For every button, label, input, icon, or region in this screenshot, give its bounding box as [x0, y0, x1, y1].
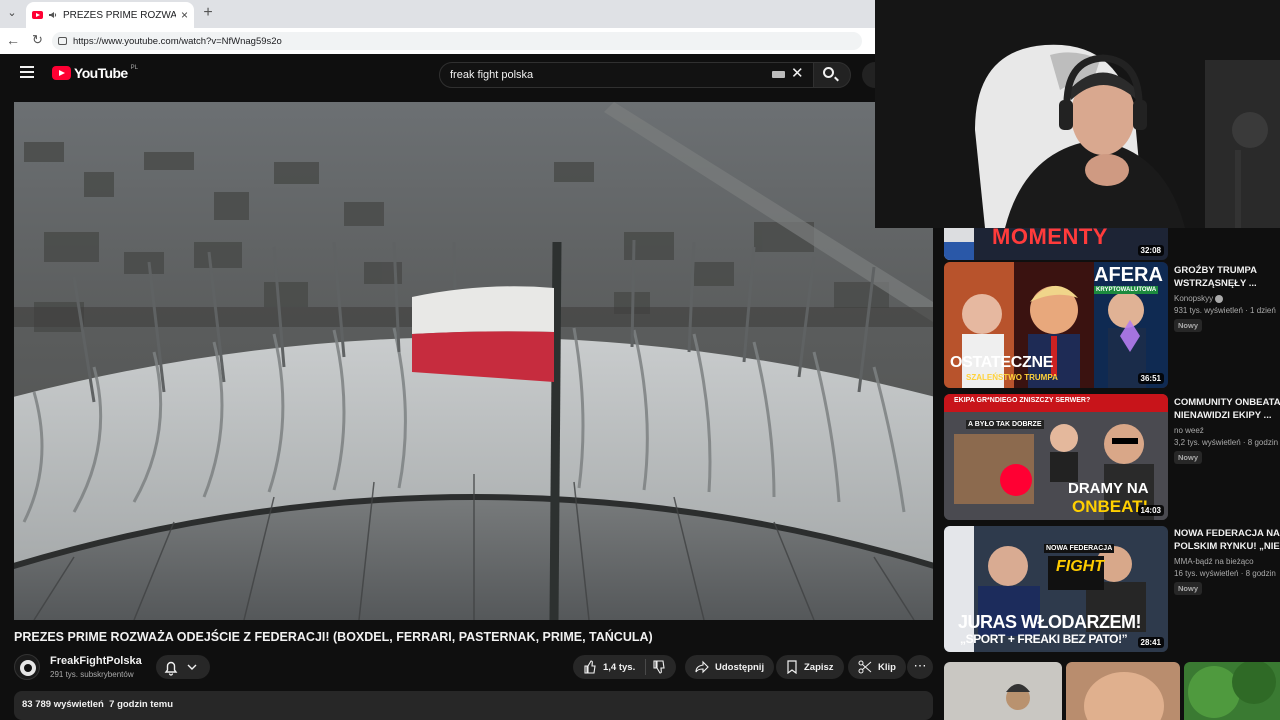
webcam-overlay	[875, 0, 1280, 228]
browser-tab[interactable]: PREZES PRIME ROZWAŻA ODE ×	[26, 2, 194, 28]
play-icon	[1000, 464, 1032, 496]
search-input[interactable]	[450, 67, 750, 83]
more-actions-button[interactable]: ⋯	[907, 655, 933, 679]
like-count: 1,4 tys.	[603, 661, 636, 673]
youtube-logo[interactable]: YouTube PL	[52, 65, 138, 81]
bell-icon	[164, 661, 197, 676]
save-label: Zapisz	[804, 661, 834, 673]
new-tab-button[interactable]: +	[200, 4, 216, 24]
tab-title: PREZES PRIME ROZWAŻA ODE	[63, 9, 176, 21]
related-video-thumbnail[interactable]	[1184, 662, 1280, 720]
related-video-title[interactable]: GROŹBY TRUMPA	[1174, 264, 1280, 277]
share-button[interactable]: Udostępnij	[685, 655, 775, 679]
thumbnail-subtext: A BYŁO TAK DOBRZE	[966, 420, 1044, 429]
tab-list-button[interactable]: ⌄	[4, 6, 20, 22]
related-channel-name[interactable]: no weeź	[1174, 426, 1280, 435]
clip-button[interactable]: Klip	[848, 655, 906, 679]
thumbnail-text-bottom: DRAMY NA	[1068, 480, 1149, 497]
share-label: Udostępnij	[715, 661, 765, 673]
video-duration: 28:41	[1137, 637, 1164, 648]
tab-close-icon[interactable]: ×	[181, 8, 188, 22]
view-count: 83 789 wyświetleń	[22, 699, 104, 710]
channel-avatar[interactable]	[14, 654, 40, 680]
scissors-icon	[858, 660, 872, 674]
related-video-title-line2[interactable]: POLSKIM RYNKU! „NIE ...	[1174, 540, 1280, 553]
thumbnail-text-bottom: JURAS WŁODARZEM!	[958, 612, 1142, 632]
channel-name[interactable]: FreakFightPolska	[50, 655, 142, 667]
video-duration: 14:03	[1137, 505, 1164, 516]
like-divider	[645, 659, 646, 675]
related-video-thumbnail[interactable]: AFERA KRYPTOWALUTOWA OSTATECZNE SZALEŃST…	[944, 262, 1168, 388]
thumbnail-text-bottom2: SZALEŃSTWO TRUMPA	[966, 373, 1058, 382]
related-video-thumbnail[interactable]: NOWA FEDERACJA FIGHT JURAS WŁODARZEM! „S…	[944, 526, 1168, 652]
related-video-meta: 16 tys. wyświetleń · 8 godzin	[1174, 569, 1276, 578]
related-video-title[interactable]: COMMUNITY ONBEATA	[1174, 396, 1280, 409]
thumbs-up-icon	[584, 660, 596, 674]
related-video-thumbnail[interactable]: MOMENTY 32:08	[944, 228, 1168, 260]
video-player[interactable]	[14, 102, 933, 620]
thumbnail-text-bottom2: ONBEAT!	[1072, 497, 1149, 516]
clear-search-icon[interactable]: ✕	[791, 64, 804, 82]
dislike-button[interactable]	[652, 660, 666, 679]
related-video-meta: 931 tys. wyświetleń · 1 dzień	[1174, 306, 1276, 315]
related-video-thumbnail[interactable]: EKIPA GR*NDIEGO ZNISZCZY SERWER? A BYŁO …	[944, 394, 1168, 520]
back-button[interactable]: ←	[6, 32, 20, 48]
site-info-icon[interactable]	[58, 37, 67, 45]
related-video-title-line2[interactable]: WSTRZĄSNĘŁY ...	[1174, 277, 1280, 290]
country-code: PL	[130, 65, 138, 71]
youtube-wordmark: YouTube	[74, 65, 128, 81]
related-video-thumbnail[interactable]	[1066, 662, 1180, 720]
hamburger-menu-icon[interactable]	[20, 66, 34, 78]
related-video-info[interactable]: GROŹBY TRUMPA WSTRZĄSNĘŁY ... Konopskyy …	[1174, 264, 1280, 333]
thumbnail-subtext: KRYPTOWALUTOWA	[1094, 286, 1159, 294]
view-stats: 83 789 wyświetleń 7 godzin temu	[22, 699, 173, 710]
thumbnail-art	[1188, 662, 1276, 718]
upload-time: 7 godzin temu	[109, 699, 174, 710]
reload-button[interactable]: ↻	[32, 32, 43, 48]
thumbnail-art	[1084, 672, 1164, 720]
search-icon	[823, 67, 834, 78]
new-badge: Nowy	[1174, 582, 1203, 595]
related-channel-name[interactable]: MMA-bądź na bieżąco	[1174, 557, 1280, 566]
thumbnail-text-bottom: OSTATECZNE	[950, 354, 1054, 371]
youtube-favicon-icon	[32, 11, 43, 19]
url-text: https://www.youtube.com/watch?v=NfWnag59…	[73, 35, 282, 47]
related-video-info[interactable]: NOWA FEDERACJA NA POLSKIM RYNKU! „NIE ..…	[1174, 527, 1280, 596]
bookmark-icon	[787, 660, 797, 674]
related-video-info[interactable]: COMMUNITY ONBEATA NIENAWIDZI EKIPY ... n…	[1174, 396, 1280, 465]
thumbnail-text: EKIPA GR*NDIEGO ZNISZCZY SERWER?	[954, 397, 1091, 404]
new-badge: Nowy	[1174, 319, 1203, 332]
notification-bell-button[interactable]	[156, 655, 210, 679]
related-video-title[interactable]: NOWA FEDERACJA NA	[1174, 527, 1280, 540]
keyboard-icon[interactable]	[772, 71, 785, 78]
thumbs-down-icon	[653, 660, 665, 674]
subscriber-count: 291 tys. subskrybentów	[50, 670, 134, 679]
video-frame-stadium	[14, 102, 933, 620]
video-title: PREZES PRIME ROZWAŻA ODEJŚCIE Z FEDERACJ…	[14, 630, 653, 644]
share-icon	[695, 660, 709, 674]
thumbnail-text: NOWA FEDERACJA	[1044, 544, 1115, 553]
url-field[interactable]: https://www.youtube.com/watch?v=NfWnag59…	[52, 32, 862, 50]
related-video-title-line2[interactable]: NIENAWIDZI EKIPY ...	[1174, 409, 1280, 422]
thumbnail-text: MOMENTY	[992, 228, 1108, 249]
streamer-webcam-image	[875, 0, 1280, 228]
video-duration: 32:08	[1137, 245, 1164, 256]
new-badge: Nowy	[1174, 451, 1203, 464]
video-duration: 36:51	[1137, 373, 1164, 384]
related-video-thumbnail[interactable]	[944, 662, 1062, 720]
verified-icon	[1215, 294, 1224, 303]
thumbnail-art	[1006, 684, 1030, 710]
related-channel-name[interactable]: Konopskyy	[1174, 294, 1280, 303]
thumbnail-text: AFERA	[1094, 264, 1163, 286]
save-button[interactable]: Zapisz	[776, 655, 844, 679]
youtube-play-icon	[52, 66, 71, 80]
clip-label: Klip	[878, 661, 896, 673]
related-video-meta: 3,2 tys. wyświetleń · 8 godzin	[1174, 438, 1279, 447]
audio-playing-icon	[49, 12, 57, 18]
thumbnail-text-bottom2: „SPORT + FREAKI BEZ PATO!”	[960, 632, 1128, 646]
thumbnail-subtext: FIGHT	[1056, 558, 1104, 575]
